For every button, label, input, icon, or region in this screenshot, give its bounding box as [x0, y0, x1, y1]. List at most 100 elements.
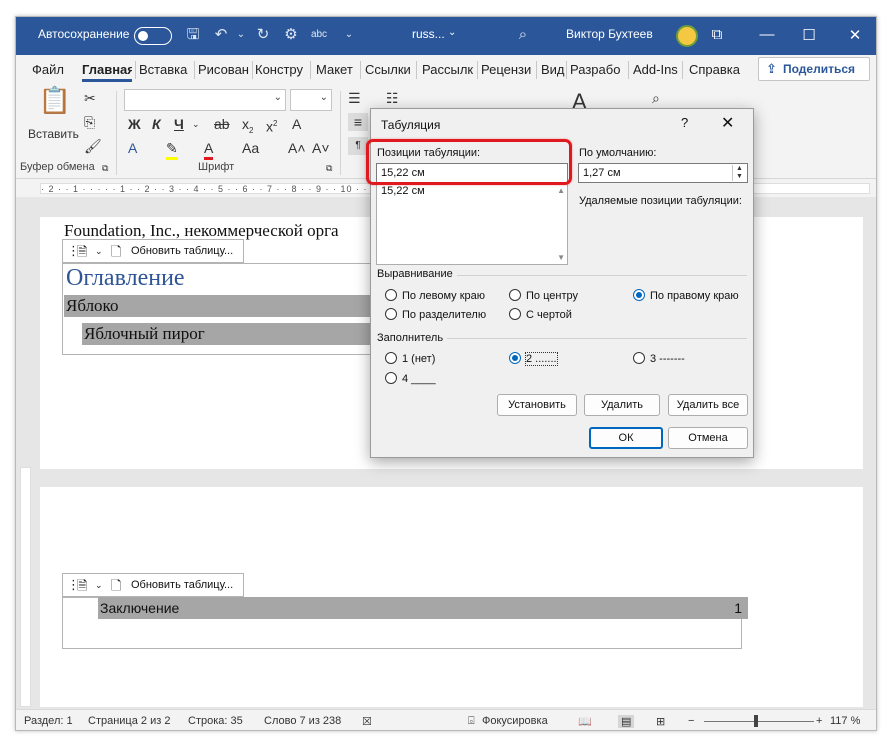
cancel-button[interactable]: Отмена: [668, 427, 748, 449]
highlight-icon[interactable]: ✎: [166, 139, 178, 160]
tab-mailings[interactable]: Рассылк: [422, 62, 476, 77]
autosave-toggle[interactable]: [134, 27, 172, 45]
toc-entry-apple[interactable]: Яблоко: [64, 295, 402, 317]
user-name[interactable]: Виктор Бухтеев: [566, 27, 653, 41]
subscript-icon[interactable]: x2: [242, 115, 253, 140]
zoom-level[interactable]: 117 %: [830, 715, 860, 727]
align-right-radio[interactable]: По правому краю: [633, 289, 739, 302]
status-section[interactable]: Раздел: 1: [24, 715, 73, 727]
zoom-out-icon[interactable]: −: [688, 715, 694, 727]
toc-menu-icon[interactable]: 🗎: [77, 243, 87, 265]
scroll-down-icon[interactable]: ▼: [557, 253, 565, 262]
tab-positions-list-item[interactable]: 15,22 см: [381, 185, 563, 197]
minimize-icon[interactable]: —: [752, 26, 782, 43]
clear-button[interactable]: Удалить: [584, 394, 660, 416]
italic-icon[interactable]: К: [152, 115, 161, 133]
leader-underline-radio[interactable]: 4 ____: [385, 372, 436, 385]
align-center-radio[interactable]: По центру: [509, 289, 578, 302]
toc-entry-conclusion[interactable]: Заключение 1: [98, 597, 748, 619]
focus-icon[interactable]: ⌻: [468, 715, 475, 728]
align-left-radio[interactable]: По левому краю: [385, 289, 485, 302]
share-button[interactable]: ⇪ Поделиться: [758, 57, 870, 81]
bullets-icon[interactable]: ☰: [348, 89, 361, 107]
show-marks-icon[interactable]: ¶: [348, 137, 368, 155]
print-layout-icon[interactable]: ▤: [618, 715, 635, 728]
search-icon[interactable]: ⌕: [512, 24, 534, 46]
help-icon[interactable]: ?: [681, 115, 688, 130]
align-bar-radio[interactable]: С чертой: [509, 308, 572, 321]
default-stops-input[interactable]: 1,27 см ▲ ▼: [578, 163, 748, 183]
ok-button[interactable]: ОК: [589, 427, 663, 449]
read-mode-icon[interactable]: 📖: [578, 715, 592, 728]
zoom-in-icon[interactable]: +: [816, 715, 822, 727]
save-icon[interactable]: 🖫: [182, 24, 204, 46]
change-case-icon[interactable]: Aa: [242, 139, 259, 157]
tab-design[interactable]: Констру: [255, 62, 307, 77]
cut-icon[interactable]: ✂: [84, 89, 96, 107]
toc-toolbar[interactable]: ⋮ 🗎 ⌄ 🗋 Обновить таблицу...: [62, 239, 244, 263]
paste-icon[interactable]: 📋: [38, 87, 72, 113]
document-name[interactable]: russ...: [412, 27, 445, 41]
align-decimal-radio[interactable]: По разделителю: [385, 308, 486, 321]
clear-all-button[interactable]: Удалить все: [668, 394, 748, 416]
tab-home[interactable]: Главная: [82, 62, 132, 82]
strikethrough-icon[interactable]: ab: [214, 115, 230, 133]
toc-toolbar-2[interactable]: ⋮ 🗎 ⌄ 🗋 Обновить таблицу...: [62, 573, 244, 597]
doc-dropdown-icon[interactable]: ⌄: [448, 27, 456, 38]
status-focus[interactable]: Фокусировка: [482, 715, 548, 727]
underline-icon[interactable]: Ч: [174, 115, 184, 133]
tab-review[interactable]: Рецензи: [481, 62, 535, 77]
tab-draw[interactable]: Рисован: [198, 62, 250, 77]
find-icon[interactable]: ⌕: [652, 89, 660, 107]
font-color-icon[interactable]: A: [204, 139, 214, 160]
tab-help[interactable]: Справка: [689, 62, 740, 77]
customize-icon[interactable]: ⚙: [280, 24, 302, 46]
grow-font-icon[interactable]: A˄: [288, 139, 306, 157]
font-name-combo[interactable]: ⌄: [124, 89, 286, 111]
default-stops-spinner[interactable]: ▲ ▼: [732, 165, 746, 181]
numbering-icon[interactable]: ☷: [386, 89, 399, 107]
font-size-combo[interactable]: ⌄: [290, 89, 332, 111]
dialog-close-icon[interactable]: ✕: [721, 113, 734, 133]
avatar[interactable]: [676, 25, 698, 47]
tab-positions-list[interactable]: 15,22 см ▲ ▼: [376, 183, 568, 265]
clipboard-launcher-icon[interactable]: ⧉: [102, 159, 108, 177]
toc-menu-icon-2[interactable]: 🗎: [77, 577, 87, 599]
status-words[interactable]: Слово 7 из 238: [264, 715, 341, 727]
close-icon[interactable]: ✕: [840, 26, 870, 44]
leader-none-radio[interactable]: 1 (нет): [385, 352, 435, 365]
toc-entry-apple-pie[interactable]: Яблочный пирог: [82, 323, 402, 345]
redo-icon[interactable]: ↻: [252, 24, 274, 46]
tab-references[interactable]: Ссылки: [365, 62, 411, 77]
status-line[interactable]: Строка: 35: [188, 715, 243, 727]
copy-icon[interactable]: ⎘: [84, 113, 95, 131]
leader-dashes-radio[interactable]: 3 -------: [633, 352, 685, 365]
toc-dropdown-icon[interactable]: ⌄: [95, 246, 103, 257]
spelling-icon[interactable]: abc: [308, 24, 330, 46]
superscript-icon[interactable]: x2: [266, 115, 277, 136]
set-button[interactable]: Установить: [497, 394, 577, 416]
qat-more-icon[interactable]: ⌄: [338, 24, 360, 46]
update-table-label[interactable]: Обновить таблицу...: [131, 245, 233, 257]
status-page[interactable]: Страница 2 из 2: [88, 715, 170, 727]
tab-view[interactable]: Вид: [541, 62, 565, 77]
font-launcher-icon[interactable]: ⧉: [326, 159, 332, 177]
update-table-icon[interactable]: 🗋: [111, 243, 121, 265]
paste-label[interactable]: Вставить: [28, 125, 79, 143]
toc-dropdown-icon-2[interactable]: ⌄: [95, 580, 103, 591]
align-left-icon[interactable]: ≡: [348, 113, 368, 131]
update-table-icon-2[interactable]: 🗋: [111, 577, 121, 599]
text-effects-icon[interactable]: A: [128, 139, 137, 157]
format-painter-icon[interactable]: 🖌: [84, 137, 102, 155]
shrink-font-icon[interactable]: A˅: [312, 139, 330, 157]
clear-format-icon[interactable]: A: [292, 115, 301, 133]
tab-file[interactable]: Файл: [32, 62, 64, 77]
scroll-up-icon[interactable]: ▲: [557, 186, 565, 195]
tab-addins[interactable]: Add-Ins: [633, 62, 678, 77]
zoom-slider-thumb[interactable]: [754, 715, 758, 727]
undo-dropdown-icon[interactable]: ⌄: [230, 24, 252, 46]
zoom-slider[interactable]: [704, 721, 814, 722]
leader-dots-radio[interactable]: 2 .......: [509, 352, 558, 366]
restore-icon[interactable]: ☐: [794, 26, 824, 44]
update-table-label-2[interactable]: Обновить таблицу...: [131, 579, 233, 591]
